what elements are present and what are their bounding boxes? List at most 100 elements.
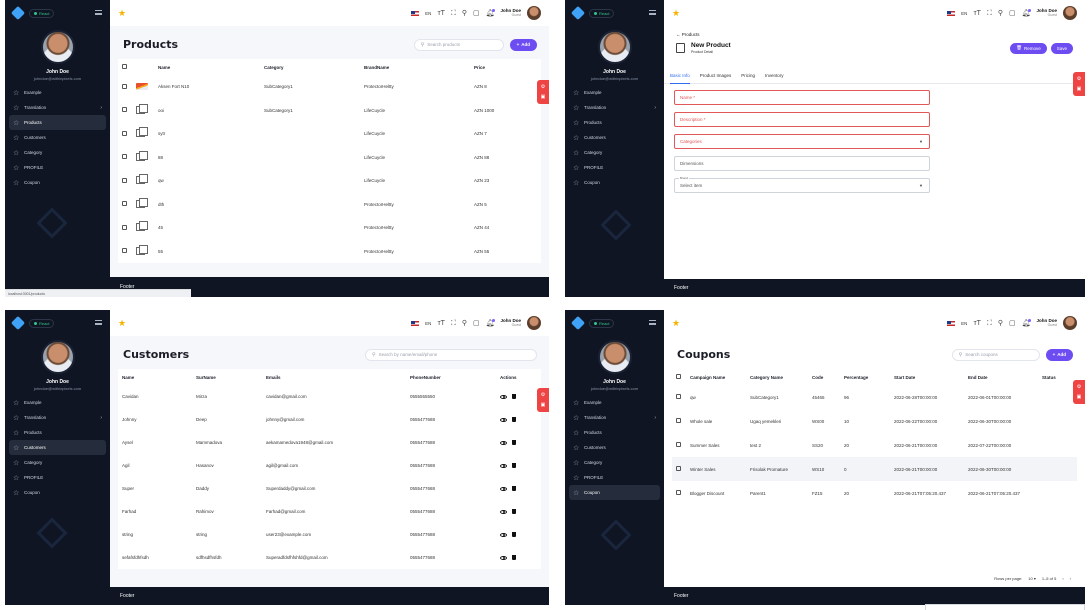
language-label[interactable]: EN	[425, 11, 431, 16]
settings-fab[interactable]: ⚙ ▣	[537, 80, 549, 104]
select-all-checkbox[interactable]	[122, 64, 127, 69]
column-header[interactable]: BrandName	[360, 59, 470, 75]
avatar[interactable]	[1063, 6, 1077, 20]
sidebar-item-translation[interactable]: ☆ Translation ›	[5, 410, 110, 425]
eye-icon[interactable]	[500, 440, 507, 445]
sidebar-item-profile[interactable]: ☆ PROFILE	[5, 470, 110, 485]
brand-select[interactable]: Brand Select item ▼	[674, 176, 930, 193]
column-header[interactable]: Price	[470, 59, 541, 75]
search-icon[interactable]: ⚲	[462, 320, 467, 327]
avatar[interactable]	[527, 316, 541, 330]
trash-icon[interactable]	[512, 532, 516, 538]
menu-toggle-icon[interactable]	[649, 10, 656, 15]
language-label[interactable]: EN	[961, 321, 967, 326]
sidebar-item-translation[interactable]: ☆ Translation ›	[5, 100, 110, 115]
user-menu[interactable]: John Doe Guest	[1036, 318, 1057, 328]
sidebar-item-coupon[interactable]: ☆ Coupon	[569, 485, 660, 500]
language-label[interactable]: EN	[425, 321, 431, 326]
column-header[interactable]: End Date	[964, 369, 1038, 385]
eye-icon[interactable]	[500, 509, 507, 514]
trash-icon[interactable]	[512, 555, 516, 561]
trash-icon[interactable]	[512, 417, 516, 423]
menu-toggle-icon[interactable]	[95, 320, 102, 325]
bell-icon[interactable]: 🔔︎	[1022, 8, 1032, 17]
search-input[interactable]: ⚲ Search by name/email/phone	[365, 348, 537, 361]
table-row[interactable]: Cavidan Mirza cavidan@gmail.com 0555555550	[118, 385, 541, 408]
language-label[interactable]: EN	[961, 11, 967, 16]
table-row[interactable]: Blogger Discount Parent1 FZ15 20 2022-06-21T…	[672, 481, 1077, 505]
row-checkbox[interactable]	[122, 107, 127, 113]
eye-icon[interactable]	[500, 532, 507, 537]
sidebar-item-translation[interactable]: ☆ Translation ›	[565, 100, 664, 115]
row-checkbox[interactable]	[676, 394, 681, 399]
sidebar-item-profile[interactable]: ☆ PROFILE	[5, 160, 110, 175]
sidebar-item-coupon[interactable]: ☆ Coupon	[565, 175, 664, 190]
search-icon[interactable]: ⚲	[998, 320, 1003, 327]
table-row[interactable]: 88 LifeCuycle AZN 88	[118, 146, 541, 170]
row-checkbox[interactable]	[676, 466, 681, 471]
search-icon[interactable]: ⚲	[998, 10, 1003, 17]
sidebar-item-coupon[interactable]: ☆ Coupon	[5, 175, 110, 190]
settings-fab[interactable]: ⚙ ▣	[1073, 72, 1085, 96]
row-checkbox[interactable]	[676, 490, 681, 495]
user-menu[interactable]: John Doe Guest	[1036, 8, 1057, 18]
dimensions-field[interactable]: Dimensions	[674, 156, 930, 171]
save-button[interactable]: Save	[1050, 42, 1073, 54]
column-header[interactable]: Percentage	[840, 369, 890, 385]
fullscreen-icon[interactable]: ⛶	[451, 320, 456, 327]
table-row[interactable]: qw LifeCuycle AZN 23	[118, 169, 541, 193]
description-field[interactable]: Description *	[674, 112, 930, 127]
sidebar-item-profile[interactable]: ☆ PROFILE	[565, 160, 664, 175]
table-row[interactable]: Summer Sales test 2 SS20 20 2022-06-21T00:00…	[672, 433, 1077, 457]
next-page-icon[interactable]: ›	[1070, 576, 1071, 581]
column-header[interactable]: Code	[808, 369, 840, 385]
avatar[interactable]	[527, 6, 541, 20]
table-row[interactable]: Aksen Fort N10 SubCategory1 ProtectorHeltt…	[118, 75, 541, 99]
eye-icon[interactable]	[500, 486, 507, 491]
trash-icon[interactable]	[512, 394, 516, 400]
sidebar-item-category[interactable]: ☆ Category	[5, 145, 110, 160]
us-flag-icon[interactable]	[947, 320, 956, 326]
sidebar-item-example[interactable]: ☆ Example	[5, 395, 110, 410]
table-row[interactable]: Super Daddy Superdaddy@gmail.com 0555477688	[118, 477, 541, 500]
row-checkbox[interactable]	[676, 418, 681, 423]
add-product-button[interactable]: + Add	[509, 38, 537, 51]
avatar[interactable]	[1063, 316, 1077, 330]
sidebar-item-products[interactable]: ☆ Products	[565, 115, 664, 130]
settings-fab[interactable]: ⚙ ▣	[1073, 380, 1085, 404]
table-row[interactable]: Farhad Rahimov Farhad@gmail.com 0555477688	[118, 500, 541, 523]
table-row[interactable]: Aysel Mammadova aekamamedova1948@gmail.com…	[118, 431, 541, 454]
add-coupon-button[interactable]: + Add	[1045, 348, 1073, 361]
row-checkbox[interactable]	[122, 201, 127, 207]
name-field[interactable]: Name *	[674, 90, 930, 105]
tab-basic-info[interactable]: Basic Info	[670, 68, 690, 84]
sidebar-item-products[interactable]: ☆ Products	[9, 115, 106, 130]
row-checkbox[interactable]	[676, 442, 681, 447]
categories-select[interactable]: Categories ▼	[674, 134, 930, 149]
column-header[interactable]: Campaign Name	[686, 369, 746, 385]
favorite-star-icon[interactable]: ★	[672, 318, 680, 329]
us-flag-icon[interactable]	[411, 320, 420, 326]
us-flag-icon[interactable]	[947, 10, 956, 16]
favorite-star-icon[interactable]: ★	[672, 8, 680, 19]
favorite-star-icon[interactable]: ★	[118, 8, 126, 19]
row-checkbox[interactable]	[122, 177, 127, 183]
sidebar-item-products[interactable]: ☆ Products	[5, 425, 110, 440]
table-row[interactable]: Johnny Deep johnny@gmail.com 0555477688	[118, 408, 541, 431]
font-size-icon[interactable]: ᴛT	[437, 320, 444, 327]
column-header[interactable]: SurName	[192, 369, 262, 385]
tab-product-images[interactable]: Product Images	[700, 68, 732, 84]
trash-icon[interactable]	[512, 463, 516, 469]
sidebar-item-customers[interactable]: ☆ Customers	[565, 440, 664, 455]
eye-icon[interactable]	[500, 394, 507, 399]
column-header[interactable]: Category Name	[746, 369, 808, 385]
user-menu[interactable]: John Doe Guest	[500, 8, 521, 18]
bell-icon[interactable]: 🔔︎	[1022, 318, 1032, 327]
bookmark-icon[interactable]: ▢	[1009, 10, 1016, 17]
sidebar-item-products[interactable]: ☆ Products	[565, 425, 664, 440]
column-header[interactable]: Emails	[262, 369, 406, 385]
sidebar-item-category[interactable]: ☆ Category	[565, 455, 664, 470]
font-size-icon[interactable]: ᴛT	[973, 10, 980, 17]
sidebar-item-category[interactable]: ☆ Category	[565, 145, 664, 160]
column-header[interactable]: Name	[154, 59, 260, 75]
